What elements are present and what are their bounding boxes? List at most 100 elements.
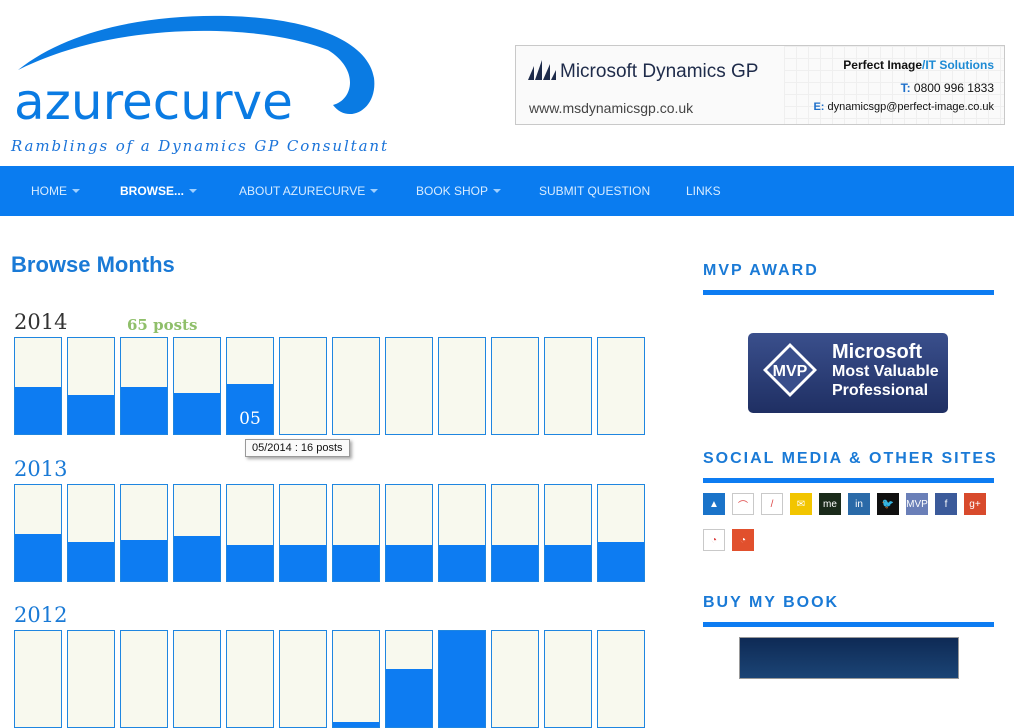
month-cell[interactable] (226, 630, 274, 728)
month-cell[interactable] (173, 630, 221, 728)
month-fill-bar (439, 631, 485, 727)
month-fill-bar (492, 544, 538, 581)
month-cell[interactable] (279, 484, 327, 582)
sidebar-heading-social: SOCIAL MEDIA & OTHER SITES (703, 450, 998, 467)
banner-product-name: Microsoft Dynamics GP (560, 61, 759, 82)
mvp-diamond-text: MVP (773, 363, 808, 380)
month-cell[interactable] (120, 630, 168, 728)
google-plus-icon[interactable]: g+ (964, 493, 986, 515)
month-cell[interactable] (491, 484, 539, 582)
year-2014-label[interactable]: 2014 (14, 310, 67, 334)
month-hover-label: 05 (239, 409, 261, 429)
month-cell[interactable] (279, 337, 327, 435)
mvp-award-badge[interactable]: MVP Microsoft Most Valuable Professional (748, 333, 948, 413)
month-fill-bar (121, 386, 167, 434)
nav-about[interactable]: ABOUT AZURECURVE (239, 184, 379, 198)
month-cell[interactable] (438, 337, 486, 435)
nav-home-label: HOME (31, 184, 67, 198)
rss-icon[interactable]: ◔ (703, 529, 725, 551)
year-2014-post-count: 65 posts (127, 316, 198, 334)
nav-book-shop[interactable]: BOOK SHOP (416, 184, 502, 198)
month-cell[interactable] (120, 484, 168, 582)
banner-company: Perfect Image/IT Solutions (843, 58, 994, 72)
month-tooltip: 05/2014 : 16 posts (245, 439, 350, 457)
month-cell[interactable] (544, 630, 592, 728)
month-cell[interactable] (385, 630, 433, 728)
chevron-down-icon (493, 189, 502, 193)
banner-company-name: Perfect Image (843, 58, 922, 72)
month-cell[interactable] (332, 630, 380, 728)
month-cell[interactable] (226, 484, 274, 582)
month-cell[interactable] (67, 484, 115, 582)
month-cell[interactable] (491, 630, 539, 728)
month-fill-bar (386, 544, 432, 581)
mvp-diamond-icon: MVP (763, 343, 817, 397)
nav-about-label: ABOUT AZURECURVE (239, 184, 366, 198)
book-cover-image[interactable] (739, 637, 959, 679)
slash-icon[interactable]: / (761, 493, 783, 515)
month-cell[interactable] (14, 484, 62, 582)
banner-email-address: dynamicsgp@perfect-image.co.uk (827, 101, 994, 113)
month-cell[interactable] (14, 337, 62, 435)
month-cell[interactable] (279, 630, 327, 728)
month-cell[interactable] (385, 484, 433, 582)
year-2013-label[interactable]: 2013 (14, 457, 67, 481)
mvp-icon[interactable]: MVP (906, 493, 928, 515)
banner-email: E: dynamicsgp@perfect-image.co.uk (813, 101, 994, 113)
month-cell[interactable] (173, 484, 221, 582)
month-cell[interactable] (491, 337, 539, 435)
nav-links-label: LINKS (686, 184, 721, 198)
rss-feed-icon[interactable]: ◔ (732, 529, 754, 551)
month-cell[interactable] (173, 337, 221, 435)
month-cell[interactable] (14, 630, 62, 728)
microsoft-dynamics-logo-icon (528, 60, 556, 80)
month-cell[interactable] (120, 337, 168, 435)
month-fill-bar (227, 544, 273, 581)
mvp-line3: Professional (832, 382, 929, 399)
month-fill-bar (439, 544, 485, 581)
azurecurve-icon[interactable]: ⌒ (732, 493, 754, 515)
month-cell[interactable] (438, 484, 486, 582)
month-cell[interactable] (544, 337, 592, 435)
nav-links[interactable]: LINKS (686, 184, 721, 198)
nav-browse-label: BROWSE... (120, 184, 185, 198)
nav-browse[interactable]: BROWSE... (120, 184, 198, 198)
nav-submit-question[interactable]: SUBMIT QUESTION (539, 184, 650, 198)
sidebar-heading-mvp: MVP AWARD (703, 262, 819, 279)
month-cell[interactable] (438, 630, 486, 728)
sidebar-divider (703, 622, 994, 627)
month-cell[interactable] (332, 484, 380, 582)
linkedin-icon[interactable]: in (848, 493, 870, 515)
dynamics-gp-icon[interactable]: ▲ (703, 493, 725, 515)
month-cell[interactable] (597, 484, 645, 582)
month-fill-bar (174, 392, 220, 434)
month-cell[interactable] (597, 630, 645, 728)
month-fill-bar (598, 541, 644, 581)
facebook-icon[interactable]: f (935, 493, 957, 515)
month-cell[interactable] (597, 337, 645, 435)
email-icon[interactable]: ✉ (790, 493, 812, 515)
nav-submit-question-label: SUBMIT QUESTION (539, 184, 651, 198)
month-cell[interactable] (67, 337, 115, 435)
month-cell[interactable] (67, 630, 115, 728)
month-cell[interactable] (332, 337, 380, 435)
site-logo[interactable]: azurecurve (14, 72, 293, 132)
month-fill-bar (333, 544, 379, 581)
site-tagline: Ramblings of a Dynamics GP Consultant (11, 137, 389, 155)
chevron-down-icon (72, 189, 80, 193)
month-fill-bar (386, 669, 432, 727)
month-fill-bar (333, 722, 379, 727)
month-cell[interactable]: 05 (226, 337, 274, 435)
page-title: Browse Months (11, 252, 175, 277)
about-me-icon[interactable]: me (819, 493, 841, 515)
sidebar-divider (703, 478, 994, 483)
twitter-icon[interactable]: 🐦 (877, 493, 899, 515)
banner-phone: T: 0800 996 1833 (901, 81, 994, 95)
year-2012-label[interactable]: 2012 (14, 603, 67, 627)
month-cell[interactable] (544, 484, 592, 582)
month-fill-bar (121, 539, 167, 581)
nav-book-shop-label: BOOK SHOP (416, 184, 489, 198)
nav-home[interactable]: HOME (31, 184, 80, 198)
banner-ad[interactable]: Microsoft Dynamics GP www.msdynamicsgp.c… (515, 45, 1005, 125)
month-cell[interactable] (385, 337, 433, 435)
